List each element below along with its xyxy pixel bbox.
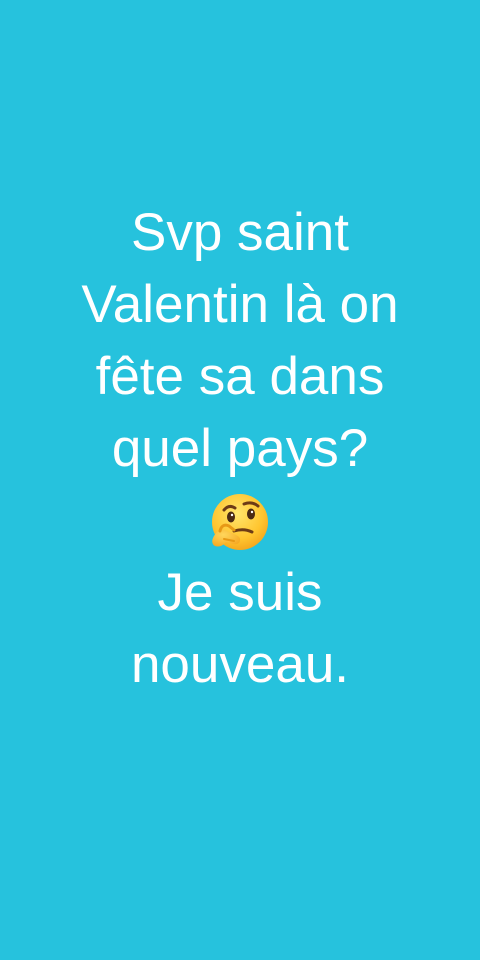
emoji-row xyxy=(0,485,480,557)
text-status-screen: Svp saint Valentin là on fête sa dans qu… xyxy=(0,0,480,960)
status-line: Valentin là on xyxy=(81,275,399,334)
status-line: quel pays? xyxy=(111,419,369,478)
status-line: fête sa dans xyxy=(95,347,385,406)
status-line: nouveau. xyxy=(130,635,350,694)
thinking-face-icon xyxy=(212,494,268,550)
status-text: Svp saint Valentin là on fête sa dans qu… xyxy=(0,197,480,701)
status-line: Svp saint xyxy=(130,203,349,262)
status-line: Je suis xyxy=(157,563,323,622)
